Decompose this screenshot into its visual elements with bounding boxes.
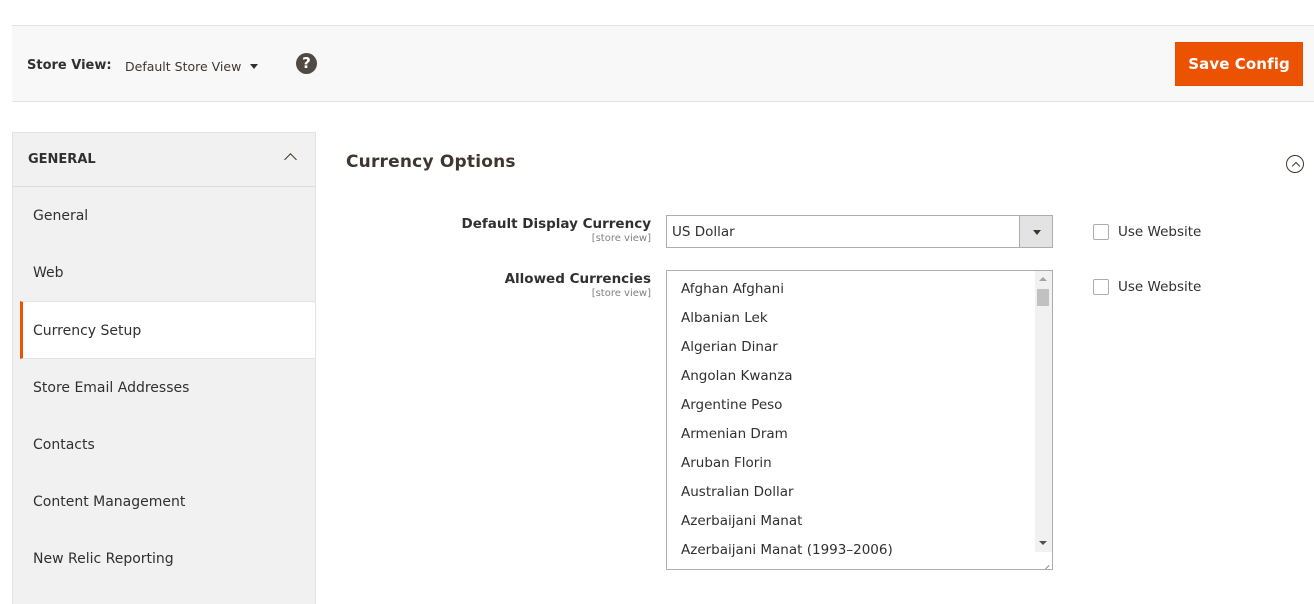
sidebar-item-store-email-addresses[interactable]: Store Email Addresses	[13, 359, 315, 416]
currency-option[interactable]: Australian Dollar	[681, 484, 794, 500]
sidebar-item-label: General	[33, 208, 89, 224]
sidebar-item-label: New Relic Reporting	[33, 551, 174, 567]
sidebar-item-label: Store Email Addresses	[33, 380, 190, 396]
sidebar-item-label: Contacts	[33, 437, 95, 453]
currency-option[interactable]: Azerbaijani Manat	[681, 513, 802, 529]
allowed-currencies-label: Allowed Currencies [store view]	[505, 271, 651, 299]
store-view-bar: Store View: Default Store View ? Save Co…	[12, 25, 1314, 102]
sidebar-item-contacts[interactable]: Contacts	[13, 416, 315, 473]
dropdown-arrow-icon	[1019, 216, 1052, 247]
sidebar-item-label: Web	[33, 265, 64, 281]
scroll-thumb[interactable]	[1037, 289, 1049, 306]
caret-down-icon	[250, 64, 259, 69]
store-view-switcher[interactable]: Default Store View	[125, 59, 259, 74]
currency-option[interactable]: Albanian Lek	[681, 310, 768, 326]
currency-option[interactable]: Algerian Dinar	[681, 339, 778, 355]
help-icon[interactable]: ?	[296, 53, 317, 74]
default-display-currency-select[interactable]: US Dollar	[666, 215, 1053, 248]
chevron-up-icon	[284, 153, 297, 166]
scroll-up-icon[interactable]	[1039, 277, 1047, 281]
currency-option[interactable]: Angolan Kwanza	[681, 368, 793, 384]
sidebar-section-title: GENERAL	[28, 152, 96, 167]
config-sidebar: GENERAL General Web Currency Setup Store…	[12, 132, 316, 604]
currency-option[interactable]: Armenian Dram	[681, 426, 788, 442]
field-scope: [store view]	[591, 233, 651, 244]
section-title: Currency Options	[346, 152, 516, 172]
sidebar-item-web[interactable]: Web	[13, 244, 315, 301]
field-scope: [store view]	[591, 288, 651, 299]
scrollbar[interactable]	[1035, 271, 1052, 553]
sidebar-item-general[interactable]: General	[13, 187, 315, 244]
checkbox[interactable]	[1093, 279, 1109, 295]
store-view-selected: Default Store View	[125, 59, 242, 74]
default-display-currency-use-website[interactable]: Use Website	[1093, 224, 1201, 240]
currency-option[interactable]: Azerbaijani Manat (1993–2006)	[681, 542, 893, 558]
collapse-section-icon[interactable]	[1286, 155, 1304, 173]
select-value: US Dollar	[672, 224, 735, 240]
checkbox[interactable]	[1093, 224, 1109, 240]
field-label-text: Allowed Currencies	[504, 271, 651, 287]
sidebar-item-label: Currency Setup	[33, 323, 142, 339]
store-view-label: Store View:	[27, 58, 112, 73]
save-config-button[interactable]: Save Config	[1175, 42, 1303, 86]
default-display-currency-label: Default Display Currency [store view]	[462, 216, 652, 244]
sidebar-item-new-relic-reporting[interactable]: New Relic Reporting	[13, 530, 315, 587]
sidebar-item-content-management[interactable]: Content Management	[13, 473, 315, 530]
sidebar-item-label: Content Management	[33, 494, 186, 510]
currency-option[interactable]: Aruban Florin	[681, 455, 772, 471]
allowed-currencies-use-website[interactable]: Use Website	[1093, 279, 1201, 295]
currency-option[interactable]: Argentine Peso	[681, 397, 782, 413]
use-website-label: Use Website	[1118, 224, 1202, 240]
use-website-label: Use Website	[1118, 279, 1202, 295]
resize-handle-icon[interactable]	[1035, 552, 1052, 569]
sidebar-section-general[interactable]: GENERAL	[13, 133, 315, 187]
scroll-down-icon[interactable]	[1039, 541, 1047, 545]
sidebar-item-currency-setup[interactable]: Currency Setup	[20, 301, 315, 359]
allowed-currencies-multiselect[interactable]: Afghan Afghani Albanian Lek Algerian Din…	[666, 270, 1053, 570]
currency-option[interactable]: Afghan Afghani	[681, 281, 784, 297]
field-label-text: Default Display Currency	[461, 216, 652, 232]
